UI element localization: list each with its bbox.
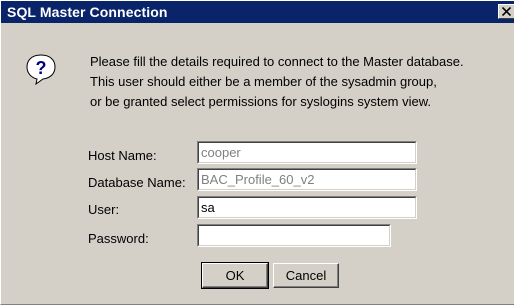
close-button[interactable] [498, 4, 514, 19]
user-label: User: [88, 202, 120, 217]
host-name-input[interactable] [199, 143, 415, 162]
host-name-field[interactable] [197, 141, 417, 164]
instruction-message: Please fill the details required to conn… [90, 52, 510, 112]
window-title: SQL Master Connection [7, 4, 168, 20]
close-icon [502, 7, 511, 16]
title-bar[interactable]: SQL Master Connection [1, 1, 514, 23]
message-line: Please fill the details required to conn… [90, 54, 464, 69]
ok-button[interactable]: OK [201, 262, 269, 289]
dialog-window: SQL Master Connection ? Please fill the … [0, 0, 514, 305]
database-name-field[interactable] [197, 168, 417, 191]
host-name-label: Host Name: [88, 148, 157, 163]
svg-text:?: ? [36, 58, 47, 78]
help-question-icon: ? [25, 53, 57, 86]
password-field[interactable] [197, 224, 391, 247]
message-line: This user should either be a member of t… [90, 74, 437, 89]
password-input[interactable] [199, 226, 389, 245]
user-field[interactable] [197, 196, 417, 219]
database-name-input[interactable] [199, 170, 415, 189]
database-name-label: Database Name: [88, 175, 186, 190]
message-line: or be granted select permissions for sys… [90, 94, 432, 109]
password-label: Password: [88, 231, 149, 246]
cancel-button[interactable]: Cancel [273, 263, 339, 288]
user-input[interactable] [199, 198, 415, 217]
